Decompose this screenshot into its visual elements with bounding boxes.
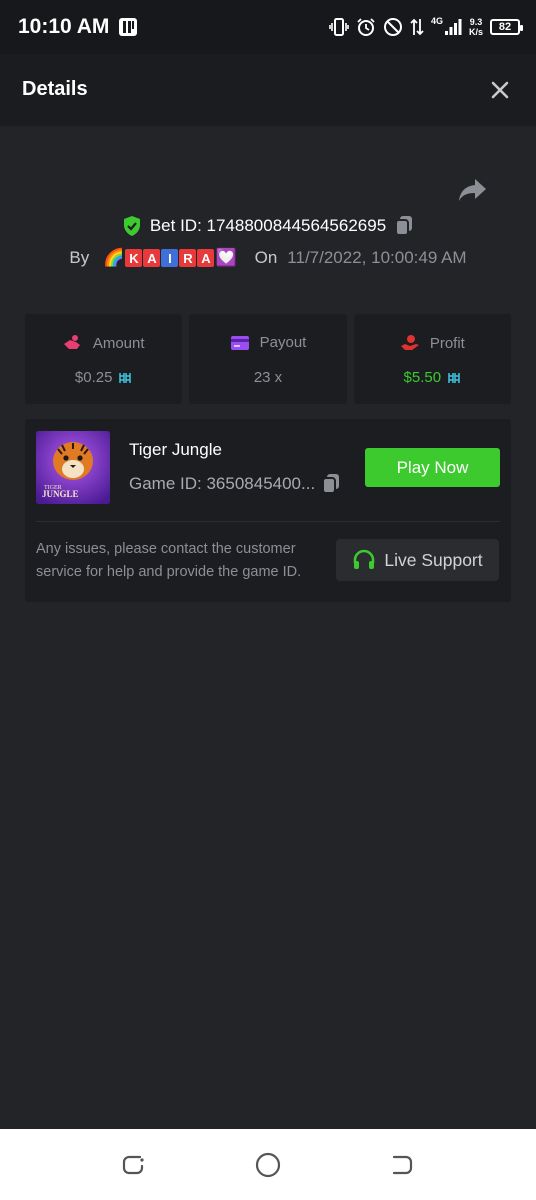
game-id-row: Game ID: 3650845400... [129,473,341,495]
divider [36,521,500,522]
verified-shield-icon [123,216,140,236]
rainbow-icon: 🌈 [103,248,125,267]
payout-icon [230,335,249,350]
data-transfer-icon [410,18,424,36]
profit-label: Profit [429,334,465,352]
vibrate-icon [329,18,349,36]
username-letter: I [161,249,179,267]
username-letter: K [125,249,143,267]
sim-badge-icon [119,18,137,36]
details-header: Details [0,54,536,126]
page-title: Details [22,78,88,100]
game-name: Tiger Jungle [129,440,222,459]
coin-icon [119,372,132,383]
alarm-icon [357,18,375,36]
heart-icon: 💟 [215,248,237,267]
game-id: Game ID: 3650845400... [129,474,316,493]
coin-icon [448,372,460,383]
profit-card: Profit $5.50 [353,314,511,404]
signal-icon [444,19,462,35]
bet-meta-row: By 🌈 K A I R A 💟 On 11/7/2022, 10:00:49 … [0,248,536,268]
share-icon[interactable] [458,176,488,204]
bet-stats: Amount $0.25 Payout 23 x Profit $5.50 [25,314,511,404]
status-bar: 10:10 AM 4G 9.3 K/s 82 [0,0,536,54]
copy-icon[interactable] [321,473,341,495]
network-type: 4G [430,16,443,26]
headset-icon [354,549,375,569]
payout-value: 23 x [253,369,283,386]
amount-value: $0.25 [74,369,113,386]
game-thumbnail[interactable]: TIGER JUNGLE [36,431,110,504]
battery-level: 82 [498,21,512,33]
dnd-icon [383,18,402,36]
amount-label: Amount [92,334,145,352]
username-letter: A [143,249,161,267]
amount-icon [63,335,80,349]
support-help-text: Any issues, please contact the customer … [36,541,302,580]
on-label: On [254,248,278,267]
back-icon[interactable] [388,1151,416,1179]
amount-card: Amount $0.25 [25,314,183,404]
payout-label: Payout [259,334,307,351]
play-now-button[interactable]: Play Now [365,448,500,487]
bet-id: Bet ID: 1748800844564562695 [149,216,387,235]
username-letter: A [197,249,215,267]
bet-date: 11/7/2022, 10:00:49 AM [287,248,467,267]
profit-icon [400,335,419,350]
battery-icon: 82 [490,19,523,35]
network-speed: 9.3 K/s [468,17,483,37]
close-icon[interactable] [488,78,512,102]
by-label: By [69,248,90,267]
payout-card: Payout 23 x [189,314,347,404]
tiger-art-icon: TIGER JUNGLE [36,431,110,504]
username[interactable]: 🌈 K A I R A 💟 [103,248,237,268]
recent-apps-icon[interactable] [120,1151,148,1179]
system-nav-bar [0,1129,536,1200]
live-support-button[interactable]: Live Support [336,539,499,581]
thumb-text-line2: JUNGLE [42,489,79,499]
game-card: TIGER JUNGLE Tiger Jungle Game ID: 36508… [25,419,511,602]
home-icon[interactable] [254,1151,282,1179]
status-time: 10:10 AM [18,15,110,38]
bet-id-row: Bet ID: 1748800844564562695 [0,215,536,237]
live-support-label: Live Support [384,549,483,570]
profit-value: $5.50 [403,369,442,386]
copy-icon[interactable] [394,215,414,237]
username-letter: R [179,249,197,267]
